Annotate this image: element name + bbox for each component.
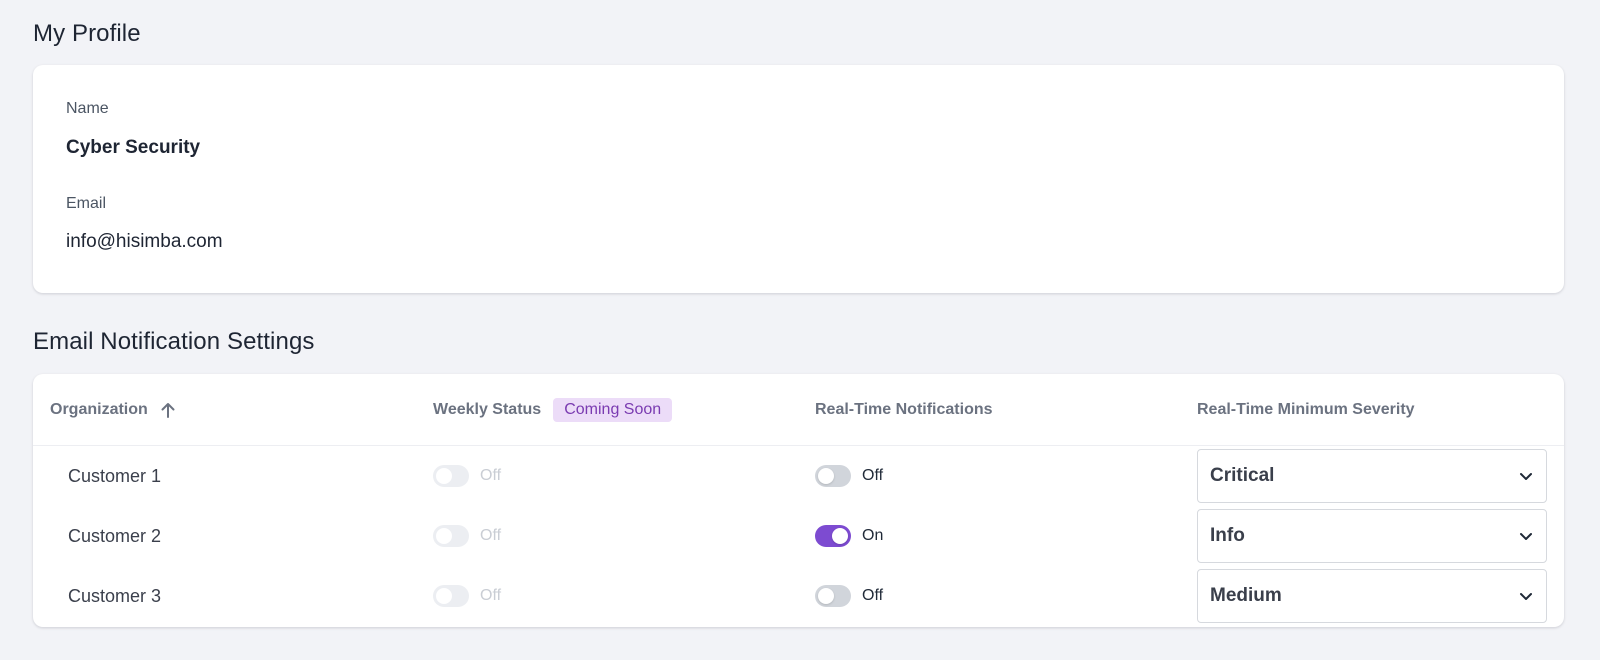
realtime-toggle[interactable]	[815, 465, 851, 487]
column-header-weekly-status-label: Weekly Status	[433, 401, 542, 418]
realtime-label: Off	[862, 467, 884, 484]
name-label: Name	[66, 100, 109, 117]
weekly-status-cell: Off	[433, 446, 501, 506]
email-label: Email	[66, 195, 107, 212]
severity-cell: Critical	[1197, 446, 1547, 506]
name-value: Cyber Security	[66, 137, 201, 158]
weekly-status-label: Off	[480, 587, 502, 604]
severity-cell: Info	[1197, 506, 1547, 566]
profile-title: My Profile	[33, 20, 141, 47]
severity-value: Info	[1210, 525, 1245, 546]
weekly-status-cell: Off	[433, 506, 501, 566]
realtime-cell: On	[815, 506, 883, 566]
realtime-cell: Off	[815, 566, 883, 626]
column-header-realtime: Real-Time Notifications	[815, 374, 993, 446]
organization-cell: Customer 1	[68, 446, 161, 506]
column-header-min-severity: Real-Time Minimum Severity	[1197, 374, 1415, 446]
column-header-min-severity-label: Real-Time Minimum Severity	[1197, 401, 1415, 418]
table-row: Customer 2 Off On Info	[33, 506, 1564, 566]
chevron-down-icon	[1518, 468, 1534, 484]
organization-name: Customer 3	[68, 585, 162, 606]
severity-value: Critical	[1210, 465, 1275, 486]
profile-card: Name Cyber Security Email info@hisimba.c…	[33, 65, 1564, 293]
weekly-status-label: Off	[480, 527, 502, 544]
severity-select[interactable]: Critical	[1197, 449, 1547, 503]
column-header-realtime-label: Real-Time Notifications	[815, 401, 993, 418]
organization-cell: Customer 2	[68, 506, 161, 566]
notifications-title: Email Notification Settings	[33, 328, 315, 355]
severity-value: Medium	[1210, 585, 1282, 606]
realtime-toggle[interactable]	[815, 525, 851, 547]
weekly-status-toggle	[433, 465, 469, 487]
realtime-toggle[interactable]	[815, 585, 851, 607]
chevron-down-icon	[1518, 528, 1534, 544]
severity-cell: Medium	[1197, 566, 1547, 626]
table-row: Customer 3 Off Off Medium	[33, 566, 1564, 626]
column-header-weekly-status: Weekly Status Coming Soon	[433, 374, 673, 446]
chevron-down-icon	[1518, 588, 1534, 604]
severity-select[interactable]: Medium	[1197, 569, 1547, 623]
email-value: info@hisimba.com	[66, 231, 223, 252]
table-header: Organization Weekly Status Coming Soon R…	[33, 374, 1564, 446]
weekly-status-cell: Off	[433, 566, 501, 626]
table-row: Customer 1 Off Off Critical	[33, 446, 1564, 506]
coming-soon-badge: Coming Soon	[553, 398, 673, 422]
realtime-label: Off	[862, 587, 884, 604]
column-header-organization-label: Organization	[50, 401, 148, 418]
weekly-status-toggle	[433, 525, 469, 547]
organization-name: Customer 2	[68, 525, 162, 546]
organization-name: Customer 1	[68, 465, 162, 486]
column-header-organization[interactable]: Organization	[50, 374, 176, 446]
weekly-status-label: Off	[480, 467, 502, 484]
realtime-cell: Off	[815, 446, 883, 506]
severity-select[interactable]: Info	[1197, 509, 1547, 563]
realtime-label: On	[862, 527, 884, 544]
notifications-table: Organization Weekly Status Coming Soon R…	[33, 374, 1564, 627]
weekly-status-toggle	[433, 585, 469, 607]
organization-cell: Customer 3	[68, 566, 161, 626]
arrow-up-icon[interactable]	[160, 401, 176, 419]
